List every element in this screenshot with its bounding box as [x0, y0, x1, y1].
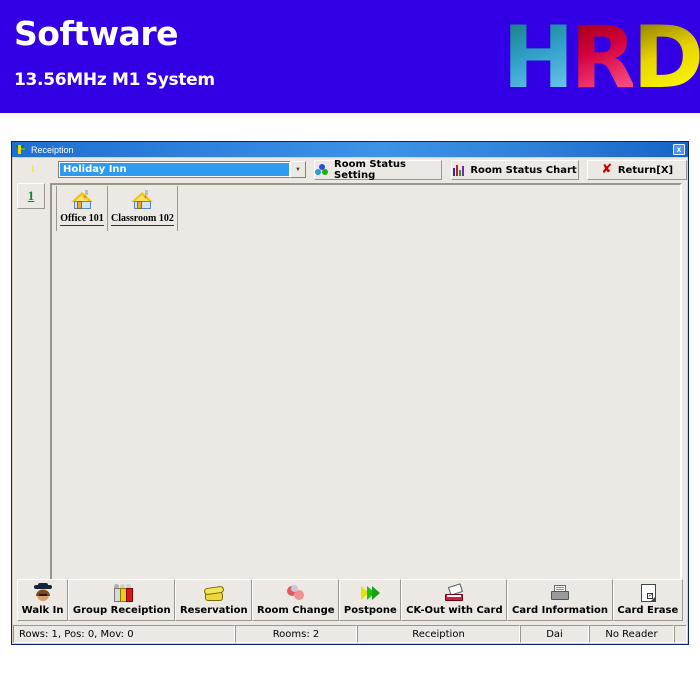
hrd-logo: HRD: [502, 8, 700, 108]
card-reader-icon: [443, 583, 465, 603]
walk-in-button[interactable]: Walk In: [17, 579, 69, 621]
house-icon: ✦: [69, 188, 95, 212]
group-people-icon: [111, 583, 133, 603]
window-titlebar[interactable]: Receiption x: [12, 142, 688, 157]
promo-banner: Software 13.56MHz M1 System HRD: [0, 0, 700, 113]
status-reader: No Reader: [589, 625, 674, 643]
floor-marker: 1: [30, 163, 36, 175]
chevron-down-icon[interactable]: ▼: [290, 161, 306, 178]
telephone-icon: [203, 583, 225, 603]
sidebar-item-floor-1[interactable]: 1: [17, 183, 45, 209]
window-title: Receiption: [31, 144, 74, 155]
reception-window: Receiption x 1 Holiday Inn ▼ Room Status…: [11, 141, 689, 645]
window-client-area: 1 Holiday Inn ▼ Room Status Setting Room…: [13, 158, 687, 643]
room-label: Classroom 102: [111, 213, 174, 226]
page-check-icon: ✓: [637, 583, 659, 603]
double-arrow-icon: [359, 583, 381, 603]
key-icon: [15, 144, 27, 156]
toolbar: 1 Holiday Inn ▼ Room Status Setting Room…: [13, 159, 689, 182]
banner-title: Software: [14, 14, 178, 53]
list-item[interactable]: ✦ Classroom 102: [108, 186, 178, 231]
printer-icon: [549, 583, 571, 603]
room-status-setting-button[interactable]: Room Status Setting: [314, 159, 442, 181]
logo-letter-h: H: [502, 8, 574, 108]
card-information-button[interactable]: Card Information: [507, 579, 613, 621]
reservation-button[interactable]: Reservation: [175, 579, 253, 621]
card-erase-label: Card Erase: [617, 605, 679, 616]
status-user: Dai: [520, 625, 589, 643]
hotel-select-value: Holiday Inn: [60, 163, 289, 176]
swap-icon: [285, 583, 307, 603]
statusbar: Rows: 1, Pos: 0, Mov: 0 Rooms: 2 Receipt…: [13, 625, 687, 643]
person-hat-icon: [32, 583, 54, 603]
room-label: Office 101: [60, 213, 104, 226]
room-status-chart-button[interactable]: Room Status Chart: [451, 160, 579, 180]
room-status-setting-label: Room Status Setting: [334, 159, 406, 181]
status-pad: [674, 625, 687, 643]
group-reception-label: Group Receiption: [72, 605, 171, 616]
ck-out-with-card-label: CK-Out with Card: [406, 605, 503, 616]
hotel-select[interactable]: Holiday Inn ▼: [58, 161, 306, 178]
room-status-chart-label: Room Status Chart: [470, 164, 577, 176]
room-change-label: Room Change: [256, 605, 335, 616]
card-information-label: Card Information: [512, 605, 609, 616]
ck-out-with-card-button[interactable]: CK-Out with Card: [401, 579, 508, 621]
postpone-label: Postpone: [343, 605, 397, 616]
floor-tabstrip: 1: [17, 183, 47, 593]
action-toolbar: Walk In Group Receiption Reservation Roo…: [17, 579, 683, 621]
postpone-button[interactable]: Postpone: [339, 579, 402, 621]
house-icon: ✦: [129, 188, 155, 212]
return-button[interactable]: ✘ Return[X]: [587, 160, 687, 180]
banner-subtitle: 13.56MHz M1 System: [14, 70, 215, 90]
status-mode: Receiption: [357, 625, 520, 643]
status-rows: Rows: 1, Pos: 0, Mov: 0: [13, 625, 235, 643]
walk-in-label: Walk In: [21, 605, 64, 616]
room-list: ✦ Office 101 ✦ Classroom 102: [56, 186, 178, 231]
status-rooms: Rooms: 2: [235, 625, 357, 643]
red-x-icon: ✘: [601, 162, 613, 177]
reservation-label: Reservation: [179, 605, 248, 616]
return-label: Return[X]: [617, 164, 674, 176]
room-change-button[interactable]: Room Change: [252, 579, 340, 621]
list-item[interactable]: ✦ Office 101: [56, 186, 108, 231]
card-erase-button[interactable]: ✓ Card Erase: [612, 579, 683, 621]
logo-letter-r: R: [570, 8, 636, 108]
room-panel: ✦ Office 101 ✦ Classroom 102: [50, 183, 682, 593]
group-reception-button[interactable]: Group Receiption: [68, 579, 176, 621]
status-dots-icon: [315, 164, 329, 176]
logo-letter-d: D: [632, 8, 700, 108]
close-icon[interactable]: x: [673, 144, 685, 155]
bar-chart-icon: [453, 164, 465, 176]
